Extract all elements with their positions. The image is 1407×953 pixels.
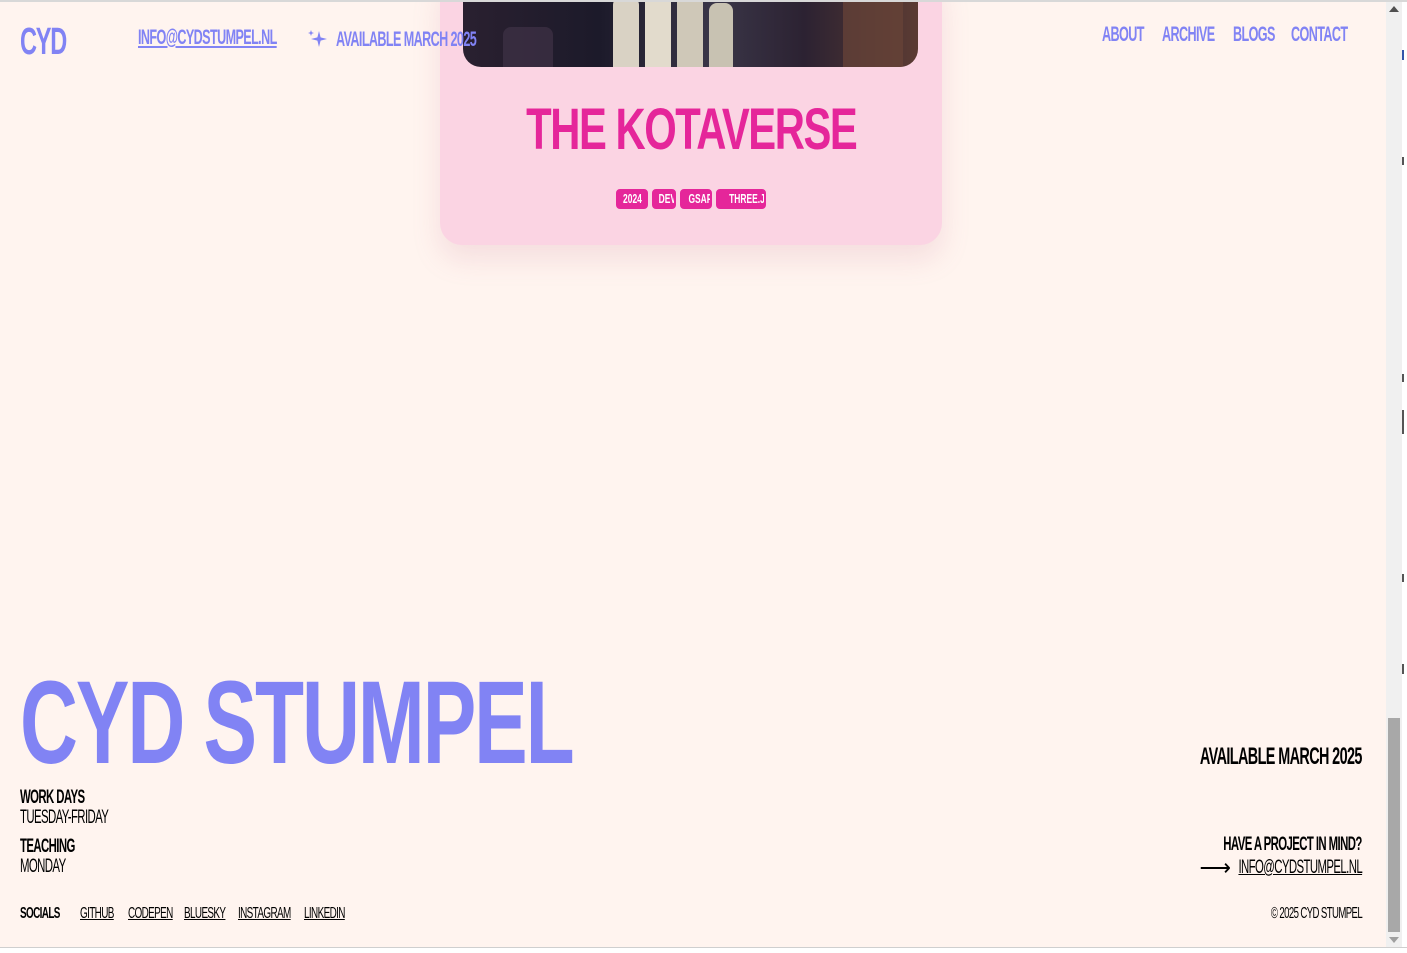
project-title[interactable]: THE KOTAVERSE <box>440 100 942 160</box>
tag-threejs: THREE.JS <box>716 189 766 209</box>
footer-email-link[interactable]: INFO@CYDSTUMPEL.NL <box>1238 857 1362 879</box>
scroll-up-arrow-icon[interactable] <box>1389 6 1399 12</box>
tag-year: 2024 <box>616 189 648 209</box>
edge-artifact <box>1402 157 1404 165</box>
main-nav: ABOUT ARCHIVE BLOGS CONTACT <box>1102 23 1362 47</box>
footer-availability: AVAILABLE MARCH 2025 <box>1200 743 1362 770</box>
project-thumbnail[interactable] <box>463 2 918 67</box>
edge-artifact <box>1402 664 1404 674</box>
nav-about[interactable]: ABOUT <box>1102 23 1144 47</box>
edge-artifact <box>1402 574 1404 582</box>
thumbnail-wall <box>843 2 903 67</box>
page-viewport: THE KOTAVERSE 2024 DEV GSAP THREE.JS CYD… <box>0 2 1386 947</box>
window-bottom-border <box>0 947 1407 953</box>
social-bluesky[interactable]: BLUESKY <box>184 905 226 923</box>
thumbnail-figure <box>613 2 639 67</box>
footer-name: CYD STUMPEL <box>20 657 575 789</box>
social-linkedin[interactable]: LINKEDIN <box>304 905 345 923</box>
nav-contact[interactable]: CONTACT <box>1291 23 1348 47</box>
copyright: © 2025 CYD STUMPEL <box>1270 905 1363 922</box>
thumbnail-figure <box>709 3 733 67</box>
vertical-scrollbar[interactable] <box>1386 2 1402 947</box>
site-logo[interactable]: CYD <box>20 22 67 62</box>
header-email-link[interactable]: INFO@CYDSTUMPEL.NL <box>138 26 277 50</box>
social-github[interactable]: GITHUB <box>80 905 114 923</box>
work-days-value: TUESDAY-FRIDAY <box>20 807 109 828</box>
nav-archive[interactable]: ARCHIVE <box>1162 23 1215 47</box>
social-codepen[interactable]: CODEPEN <box>128 905 173 923</box>
edge-artifact <box>1402 50 1404 60</box>
scrollbar-thumb[interactable] <box>1388 718 1400 932</box>
arrow-right-icon: ⟶ <box>1199 855 1231 880</box>
project-card[interactable]: THE KOTAVERSE 2024 DEV GSAP THREE.JS <box>440 2 942 245</box>
sparkle-icon <box>308 30 327 47</box>
thumbnail-figure <box>645 2 671 67</box>
social-instagram[interactable]: INSTAGRAM <box>238 905 291 923</box>
teaching-label: TEACHING <box>20 836 75 857</box>
footer-email-wrap: INFO@CYDSTUMPEL.NL <box>1237 857 1362 879</box>
thumbnail-figure <box>677 2 703 67</box>
tag-dev: DEV <box>652 189 676 209</box>
edge-artifact <box>1402 410 1404 434</box>
work-days-label: WORK DAYS <box>20 787 85 808</box>
edge-artifact <box>1402 374 1404 382</box>
thumbnail-shadow <box>503 27 553 67</box>
scroll-down-arrow-icon[interactable] <box>1389 937 1399 943</box>
teaching-value: MONDAY <box>20 856 66 877</box>
adjacent-window-edge <box>1402 2 1407 947</box>
footer-contact: ⟶ INFO@CYDSTUMPEL.NL <box>1199 857 1362 879</box>
header-availability: AVAILABLE MARCH 2025 <box>336 28 477 51</box>
tag-gsap: GSAP <box>680 189 712 209</box>
project-question: HAVE A PROJECT IN MIND? <box>1223 834 1363 855</box>
socials-label: SOCIALS <box>20 905 60 922</box>
nav-blogs[interactable]: BLOGS <box>1233 23 1275 47</box>
